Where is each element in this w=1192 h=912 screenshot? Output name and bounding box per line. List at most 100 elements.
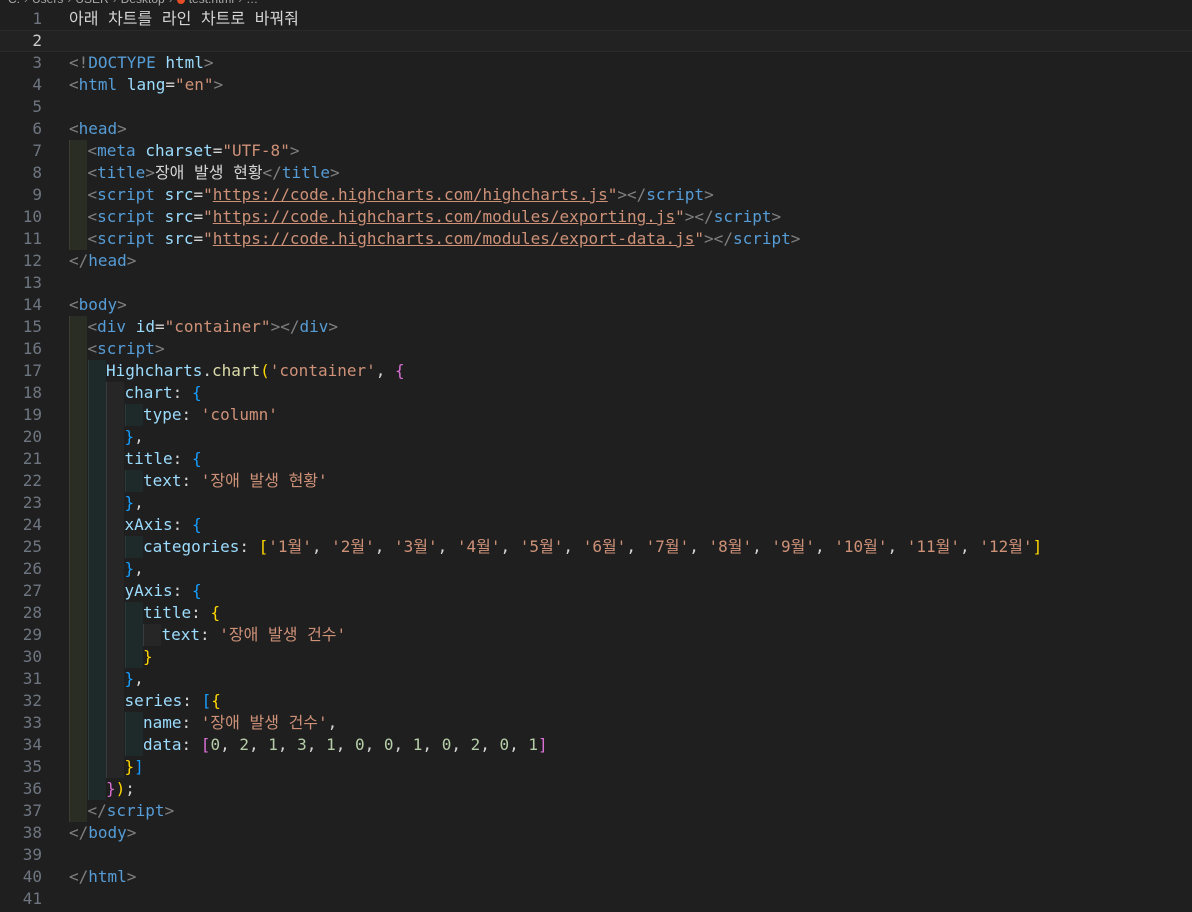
code-token: script	[97, 207, 155, 226]
indent-guide	[106, 514, 124, 536]
code-line[interactable]: 34 data: [0, 2, 1, 3, 1, 0, 0, 1, 0, 2, 0…	[0, 734, 1192, 756]
indent-guide	[106, 734, 124, 756]
code-token: ,	[134, 559, 144, 578]
code-line[interactable]: 10 <script src="https://code.highcharts.c…	[0, 206, 1192, 228]
code-line[interactable]: 26},	[0, 558, 1192, 580]
code-line[interactable]: 18 chart: {	[0, 382, 1192, 404]
breadcrumb[interactable]: C:›Users›USER›Desktop›test.html›…	[8, 0, 258, 6]
breadcrumb-item[interactable]: Desktop	[121, 0, 165, 6]
code-line[interactable]: 20},	[0, 426, 1192, 448]
indent-guide	[124, 712, 143, 734]
code-line[interactable]: 38 </body>	[0, 822, 1192, 844]
code-token: script	[713, 207, 772, 226]
code-text: text: '장애 발생 건수'	[162, 624, 347, 646]
code-line[interactable]: 2	[0, 30, 1192, 52]
code-line[interactable]: 25 categories: ['1월', '2월', '3월', '4월', '…	[0, 536, 1192, 558]
code-token: <	[87, 185, 98, 204]
code-token: ,	[134, 427, 144, 446]
code-line[interactable]: 40 </html>	[0, 866, 1192, 888]
line-number: 8	[32, 163, 42, 182]
code-token: '3월'	[394, 537, 438, 556]
code-token: >	[126, 251, 137, 270]
code-line[interactable]: 4 <html lang="en">	[0, 74, 1192, 96]
code-token: "container"	[164, 317, 271, 336]
code-line[interactable]: 11 <script src="https://code.highcharts.c…	[0, 228, 1192, 250]
line-number: 29	[22, 625, 42, 644]
code-line[interactable]: 12 </head>	[0, 250, 1192, 272]
code-editor[interactable]: 1 아래 차트를 라인 차트로 바꿔줘 2 3 <!DOCTYPE html> 4 <htm…	[0, 8, 1192, 910]
indent-guide	[69, 800, 87, 822]
code-line[interactable]: 31},	[0, 668, 1192, 690]
code-token: {	[191, 515, 202, 534]
code-token: "	[203, 207, 213, 226]
breadcrumb-item[interactable]: …	[246, 0, 258, 6]
code-token: <	[87, 207, 98, 226]
code-line[interactable]: 32 series: [{	[0, 690, 1192, 712]
code-line[interactable]: 7 <meta charset="UTF-8">	[0, 140, 1192, 162]
code-token: <	[69, 295, 79, 314]
code-line[interactable]: 30}	[0, 646, 1192, 668]
code-token: "en"	[174, 75, 214, 94]
code-token: https://code.highcharts.com/modules/expo…	[212, 229, 695, 248]
breadcrumb-item[interactable]: test.html	[189, 0, 234, 6]
breadcrumb-item[interactable]: Users	[32, 0, 63, 6]
breadcrumb-item[interactable]: C:	[8, 0, 20, 6]
code-token: ,	[626, 537, 646, 556]
code-line[interactable]: 9 <script src="https://code.highcharts.co…	[0, 184, 1192, 206]
code-token: )	[115, 779, 126, 798]
line-number: 7	[32, 141, 42, 160]
code-token: >	[329, 163, 340, 182]
code-line[interactable]: 41	[0, 888, 1192, 910]
code-line[interactable]: 1 아래 차트를 라인 차트로 바꿔줘	[0, 8, 1192, 30]
line-number: 13	[22, 273, 42, 292]
code-line[interactable]: 5	[0, 96, 1192, 118]
code-line[interactable]: 35}]	[0, 756, 1192, 778]
code-text: text: '장애 발생 현황'	[143, 470, 328, 492]
code-token: div	[299, 317, 329, 336]
code-line[interactable]: 21 title: {	[0, 448, 1192, 470]
code-token: {	[395, 361, 405, 380]
code-token: :	[181, 713, 201, 732]
code-line[interactable]: 36});	[0, 778, 1192, 800]
code-token: ,	[311, 537, 332, 556]
code-line[interactable]: 27 yAxis: {	[0, 580, 1192, 602]
indent-guide	[106, 668, 124, 690]
indent-guide	[87, 778, 106, 800]
breadcrumb-item[interactable]: USER	[75, 0, 108, 6]
code-line[interactable]: 24 xAxis: {	[0, 514, 1192, 536]
code-token: ,	[887, 537, 907, 556]
indent-guide	[87, 558, 106, 580]
line-number: 24	[22, 515, 42, 534]
code-token: >	[704, 185, 714, 204]
code-token: ,	[335, 735, 355, 754]
code-line[interactable]: 19 type: 'column'	[0, 404, 1192, 426]
code-token: </	[262, 163, 282, 182]
indent-guide	[106, 602, 124, 624]
line-number: 5	[32, 97, 42, 116]
code-line[interactable]: 22 text: '장애 발생 현황'	[0, 470, 1192, 492]
code-token: 3	[297, 735, 307, 754]
code-line[interactable]: 17 Highcharts.chart('container', {	[0, 360, 1192, 382]
code-line[interactable]: 28 title: {	[0, 602, 1192, 624]
code-line[interactable]: 29 text: '장애 발생 건수'	[0, 624, 1192, 646]
indent-guide	[106, 756, 124, 778]
code-line[interactable]: 23},	[0, 492, 1192, 514]
code-line[interactable]: 3 <!DOCTYPE html>	[0, 52, 1192, 74]
code-line[interactable]: 39	[0, 844, 1192, 866]
indent-guide	[124, 602, 143, 624]
code-line[interactable]: 33 name: '장애 발생 건수',	[0, 712, 1192, 734]
code-line[interactable]: 8 <title>장애 발생 현황</title>	[0, 162, 1192, 184]
code-token: 1	[268, 735, 278, 754]
code-token: 0	[383, 735, 394, 754]
line-number: 23	[22, 493, 42, 512]
code-token: '4월'	[456, 537, 501, 556]
code-line[interactable]: 6 <head>	[0, 118, 1192, 140]
indent-guide	[106, 382, 124, 404]
code-line[interactable]: 16 <script>	[0, 338, 1192, 360]
code-line[interactable]: 37 </script>	[0, 800, 1192, 822]
code-line[interactable]: 14 <body>	[0, 294, 1192, 316]
code-line[interactable]: 13	[0, 272, 1192, 294]
code-token: '1월'	[268, 537, 312, 556]
code-line[interactable]: 15 <div id="container"></div>	[0, 316, 1192, 338]
